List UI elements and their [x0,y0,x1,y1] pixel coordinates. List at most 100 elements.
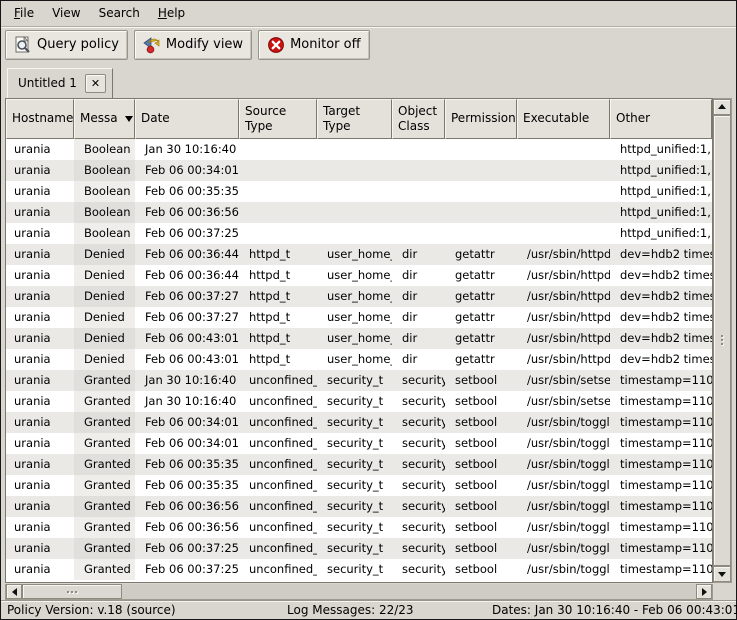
cell: urania [6,412,74,433]
cell: dir [392,307,445,328]
tab-untitled-1[interactable]: Untitled 1 ✕ [7,68,113,98]
column-header-source-type[interactable]: Source Type [239,99,317,139]
cell: security_t [317,538,392,559]
column-header-target-type[interactable]: Target Type [317,99,392,139]
scroll-down-button[interactable] [713,566,731,582]
cell [517,223,610,244]
cell: Denied [74,307,135,328]
table-row[interactable]: uraniaGrantedJan 30 10:16:40unconfined_s… [6,370,712,391]
table-row[interactable]: uraniaDeniedFeb 06 00:37:27httpd_tuser_h… [6,307,712,328]
table-row[interactable]: uraniaDeniedFeb 06 00:43:01httpd_tuser_h… [6,328,712,349]
cell: security_t [317,496,392,517]
table-row[interactable]: uraniaDeniedFeb 06 00:43:01httpd_tuser_h… [6,349,712,370]
column-header-label: Messa [80,111,118,126]
cell: setbool [445,412,517,433]
table-row[interactable]: uraniaGrantedFeb 06 00:37:25unconfined_s… [6,559,712,580]
cell: setbool [445,496,517,517]
cell: security [392,454,445,475]
cell: Granted [74,412,135,433]
cell: urania [6,454,74,475]
column-header-executable[interactable]: Executable [517,99,610,139]
cell: security [392,559,445,580]
vertical-scrollbar[interactable] [713,98,732,583]
tab-close-button[interactable]: ✕ [85,74,106,93]
table-row[interactable]: uraniaGrantedFeb 06 00:36:56unconfined_s… [6,496,712,517]
cell: Feb 06 00:34:01 [135,412,239,433]
cell: user_home_ [317,244,392,265]
table-row[interactable]: uraniaDeniedFeb 06 00:36:44httpd_tuser_h… [6,265,712,286]
cell [317,160,392,181]
cell: urania [6,496,74,517]
cell: Granted [74,517,135,538]
table-row[interactable]: uraniaBooleanFeb 06 00:37:25httpd_unifie… [6,223,712,244]
tab-label: Untitled 1 [18,76,77,90]
cell: unconfined_ [239,433,317,454]
column-header-other[interactable]: Other [610,99,712,139]
menu-item-help[interactable]: Help [149,3,194,23]
cell: setbool [445,391,517,412]
table-row[interactable]: uraniaGrantedFeb 06 00:35:35unconfined_s… [6,475,712,496]
status-bar: Policy Version: v.18 (source) Log Messag… [1,600,736,619]
cell: urania [6,139,74,160]
table-row[interactable]: uraniaBooleanFeb 06 00:34:01httpd_unifie… [6,160,712,181]
horizontal-scrollbar-thumb[interactable] [22,584,122,599]
scroll-right-button[interactable] [696,584,712,599]
scrollbar-trough[interactable] [122,584,696,599]
scroll-up-button[interactable] [713,99,731,115]
cell: getattr [445,244,517,265]
cell: security [392,496,445,517]
table-row[interactable]: uraniaDeniedFeb 06 00:36:44httpd_tuser_h… [6,244,712,265]
menu-item-file[interactable]: File [5,3,43,23]
modify-view-button[interactable]: Modify view [134,30,252,60]
column-header-message[interactable]: Messa [74,99,135,139]
table-row[interactable]: uraniaDeniedFeb 06 00:37:27httpd_tuser_h… [6,286,712,307]
cell [392,223,445,244]
column-header-date[interactable]: Date [135,99,239,139]
log-view: Hostname Messa Date Source Type Target T… [5,98,732,600]
cell: user_home_ [317,328,392,349]
column-header-label: Executable [523,111,589,126]
cell: urania [6,349,74,370]
cell: /usr/sbin/toggle [517,412,610,433]
column-header-object-class[interactable]: Object Class [392,99,445,139]
cell: Denied [74,265,135,286]
cell: Denied [74,349,135,370]
cell: httpd_t [239,265,317,286]
monitor-off-button[interactable]: Monitor off [258,30,369,60]
query-policy-button[interactable]: Query policy [5,30,128,60]
horizontal-scrollbar[interactable] [5,584,713,600]
table-row[interactable]: uraniaBooleanFeb 06 00:35:35httpd_unifie… [6,181,712,202]
cell: /usr/sbin/setseb [517,370,610,391]
table-row[interactable]: uraniaGrantedFeb 06 00:36:56unconfined_s… [6,517,712,538]
column-header-permission[interactable]: Permission [445,99,517,139]
cell: /usr/sbin/toggle [517,559,610,580]
monitor-off-label: Monitor off [290,37,360,52]
cell: /usr/sbin/httpd [517,349,610,370]
table-row[interactable]: uraniaBooleanFeb 06 00:36:56httpd_unifie… [6,202,712,223]
cell: httpd_t [239,349,317,370]
cell: timestamp=11071 [610,370,712,391]
cell [317,223,392,244]
vertical-scrollbar-thumb[interactable] [713,115,731,566]
cell: Feb 06 00:35:35 [135,181,239,202]
cell: Boolean [74,202,135,223]
cell: Boolean [74,139,135,160]
menu-item-view[interactable]: View [43,3,89,23]
cell: /usr/sbin/setseb [517,391,610,412]
table-row[interactable]: uraniaGrantedFeb 06 00:34:01unconfined_s… [6,412,712,433]
cell: setbool [445,559,517,580]
menu-item-search[interactable]: Search [90,3,149,23]
table-row[interactable]: uraniaGrantedFeb 06 00:35:35unconfined_s… [6,454,712,475]
table-row[interactable]: uraniaBooleanJan 30 10:16:40httpd_unifie… [6,139,712,160]
cell: unconfined_ [239,454,317,475]
table-row[interactable]: uraniaGrantedFeb 06 00:34:01unconfined_s… [6,433,712,454]
table-row[interactable]: uraniaGrantedFeb 06 00:37:25unconfined_s… [6,538,712,559]
cell: unconfined_ [239,391,317,412]
table-row[interactable]: uraniaGrantedJan 30 10:16:40unconfined_s… [6,391,712,412]
column-header-label: Hostname [12,111,73,126]
column-header-label: Permission [451,111,516,126]
toolbar: Query policy Modify view Monitor off [1,27,736,65]
column-header-hostname[interactable]: Hostname [6,99,74,139]
cell: security [392,538,445,559]
scroll-left-button[interactable] [6,584,22,599]
